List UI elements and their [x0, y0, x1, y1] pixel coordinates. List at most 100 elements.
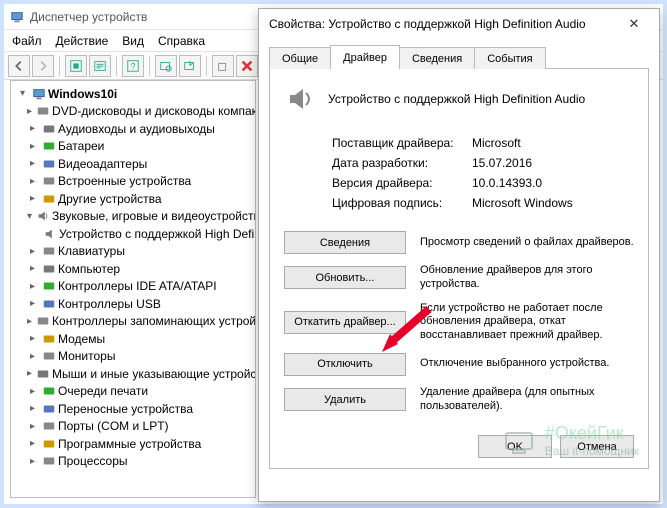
update-driver-button[interactable]: Обновить... [284, 266, 406, 289]
device-icon [42, 174, 56, 188]
menu-help[interactable]: Справка [158, 34, 205, 48]
tree-item[interactable]: ▸Встроенные устройства [13, 173, 253, 191]
tab-general[interactable]: Общие [269, 47, 331, 69]
chevron-right-icon[interactable]: ▸ [27, 421, 38, 432]
uninstall-driver-desc: Удаление драйвера (для опытных пользоват… [420, 386, 634, 414]
tree-item[interactable]: ▸ Мониторы [13, 348, 253, 366]
driver-info: Поставщик драйвера:Microsoft Дата разраб… [332, 133, 634, 213]
chevron-right-icon[interactable]: ▸ [27, 281, 38, 292]
toolbar-properties[interactable] [89, 55, 111, 77]
tree-item[interactable]: ▸Процессоры [13, 453, 253, 471]
tree-item-label: Компьютер [58, 262, 120, 276]
tree-item[interactable]: ▸ Программные устройства [13, 435, 253, 453]
tree-item[interactable]: ▸Модемы [13, 330, 253, 348]
chevron-down-icon[interactable]: ▾ [27, 211, 32, 222]
tree-item[interactable]: ▸Контроллеры запоминающих устройств [13, 313, 253, 331]
device-icon [42, 192, 56, 206]
tree-item[interactable]: ▸ Другие устройства [13, 190, 253, 208]
tree-item[interactable]: ▸ Компьютер [13, 260, 253, 278]
tree-item-label: Переносные устройства [58, 402, 193, 416]
cancel-button[interactable]: Отмена [560, 435, 634, 458]
device-icon [42, 297, 56, 311]
tree-item-label: Видеоадаптеры [58, 157, 147, 171]
tree-item[interactable]: ▸Контроллеры IDE ATA/ATAPI [13, 278, 253, 296]
tree-item[interactable]: ▸DVD-дисководы и дисководы компакт-диско… [13, 103, 253, 121]
toolbar-uninstall[interactable] [212, 55, 234, 77]
toolbar-back[interactable] [8, 55, 30, 77]
dialog-titlebar: Свойства: Устройство с поддержкой High D… [259, 9, 659, 39]
tree-item[interactable]: ▸Очереди печати [13, 383, 253, 401]
chevron-right-icon[interactable]: ▸ [27, 316, 32, 327]
menu-view[interactable]: Вид [122, 34, 144, 48]
chevron-right-icon[interactable]: ▸ [27, 176, 38, 187]
device-tree[interactable]: ▾ Windows10i ▸DVD-дисководы и дисководы … [10, 80, 256, 498]
tree-item[interactable]: ▸ Видеоадаптеры [13, 155, 253, 173]
tree-item[interactable]: ▸ Клавиатуры [13, 243, 253, 261]
chevron-right-icon[interactable]: ▸ [27, 193, 38, 204]
chevron-right-icon[interactable]: ▸ [27, 351, 38, 362]
toolbar-update[interactable] [179, 55, 201, 77]
chevron-right-icon[interactable]: ▸ [27, 438, 38, 449]
toolbar-show-hidden[interactable] [65, 55, 87, 77]
chevron-right-icon[interactable]: ▸ [27, 263, 38, 274]
toolbar-scan[interactable] [155, 55, 177, 77]
tab-details[interactable]: Сведения [399, 47, 475, 69]
disable-device-button[interactable]: Отключить [284, 353, 406, 376]
tree-root[interactable]: ▾ Windows10i [13, 85, 253, 103]
driver-details-button[interactable]: Сведения [284, 231, 406, 254]
disable-device-desc: Отключение выбранного устройства. [420, 357, 609, 371]
tree-item[interactable]: ▸ Батареи [13, 138, 253, 156]
device-name: Устройство с поддержкой High Definition … [328, 92, 585, 106]
chevron-right-icon[interactable]: ▸ [27, 368, 32, 379]
chevron-right-icon[interactable]: ▸ [27, 106, 32, 117]
close-button[interactable]: ✕ [619, 13, 649, 35]
chevron-right-icon[interactable]: ▸ [27, 386, 38, 397]
tree-item-label: Клавиатуры [58, 244, 125, 258]
main-title: Диспетчер устройств [30, 10, 147, 24]
tree-item[interactable]: ▸Мыши и иные указывающие устройства [13, 365, 253, 383]
tab-events[interactable]: События [474, 47, 545, 69]
rollback-driver-button[interactable]: Откатить драйвер... [284, 311, 406, 334]
tree-item[interactable]: ▸ Аудиовходы и аудиовыходы [13, 120, 253, 138]
chevron-right-icon[interactable]: ▸ [27, 246, 38, 257]
sound-icon [36, 209, 50, 223]
chevron-down-icon[interactable]: ▾ [17, 88, 28, 99]
value-provider: Microsoft [472, 136, 521, 150]
device-icon [42, 262, 56, 276]
device-icon [42, 349, 56, 363]
tree-item-sound[interactable]: ▾ Звуковые, игровые и видеоустройства [13, 208, 253, 226]
tree-root-label: Windows10i [48, 87, 117, 101]
label-provider: Поставщик драйвера: [332, 136, 472, 150]
device-icon [42, 454, 56, 468]
tree-item-label: Батареи [58, 139, 104, 153]
tab-driver[interactable]: Драйвер [330, 45, 400, 69]
chevron-right-icon[interactable]: ▸ [27, 333, 38, 344]
chevron-right-icon[interactable]: ▸ [27, 141, 38, 152]
tree-item-label: Аудиовходы и аудиовыходы [58, 122, 215, 136]
chevron-right-icon[interactable]: ▸ [27, 298, 38, 309]
chevron-right-icon[interactable]: ▸ [27, 456, 38, 467]
chevron-right-icon[interactable]: ▸ [27, 123, 38, 134]
uninstall-driver-button[interactable]: Удалить [284, 388, 406, 411]
tree-item-label: Другие устройства [58, 192, 162, 206]
toolbar-forward[interactable] [32, 55, 54, 77]
tabstrip: Общие Драйвер Сведения События [269, 45, 649, 69]
svg-text:?: ? [131, 61, 136, 71]
menu-action[interactable]: Действие [56, 34, 109, 48]
toolbar-help[interactable]: ? [122, 55, 144, 77]
tree-item-hd-audio[interactable]: Устройство с поддержкой High Definition … [13, 225, 253, 243]
tree-item-label: Мониторы [58, 349, 115, 363]
tree-item[interactable]: ▸ Переносные устройства [13, 400, 253, 418]
tree-item[interactable]: ▸ Порты (COM и LPT) [13, 418, 253, 436]
tree-item[interactable]: ▸Контроллеры USB [13, 295, 253, 313]
chevron-right-icon[interactable]: ▸ [27, 158, 38, 169]
tree-item-label: Программные устройства [58, 437, 201, 451]
chevron-right-icon[interactable]: ▸ [27, 403, 38, 414]
dialog-title: Свойства: Устройство с поддержкой High D… [269, 17, 586, 31]
tree-item-label: Порты (COM и LPT) [58, 419, 169, 433]
toolbar-disable[interactable] [236, 55, 258, 77]
ok-button[interactable]: OK [478, 435, 552, 458]
label-signer: Цифровая подпись: [332, 196, 472, 210]
device-icon [36, 314, 50, 328]
menu-file[interactable]: Файл [12, 34, 42, 48]
